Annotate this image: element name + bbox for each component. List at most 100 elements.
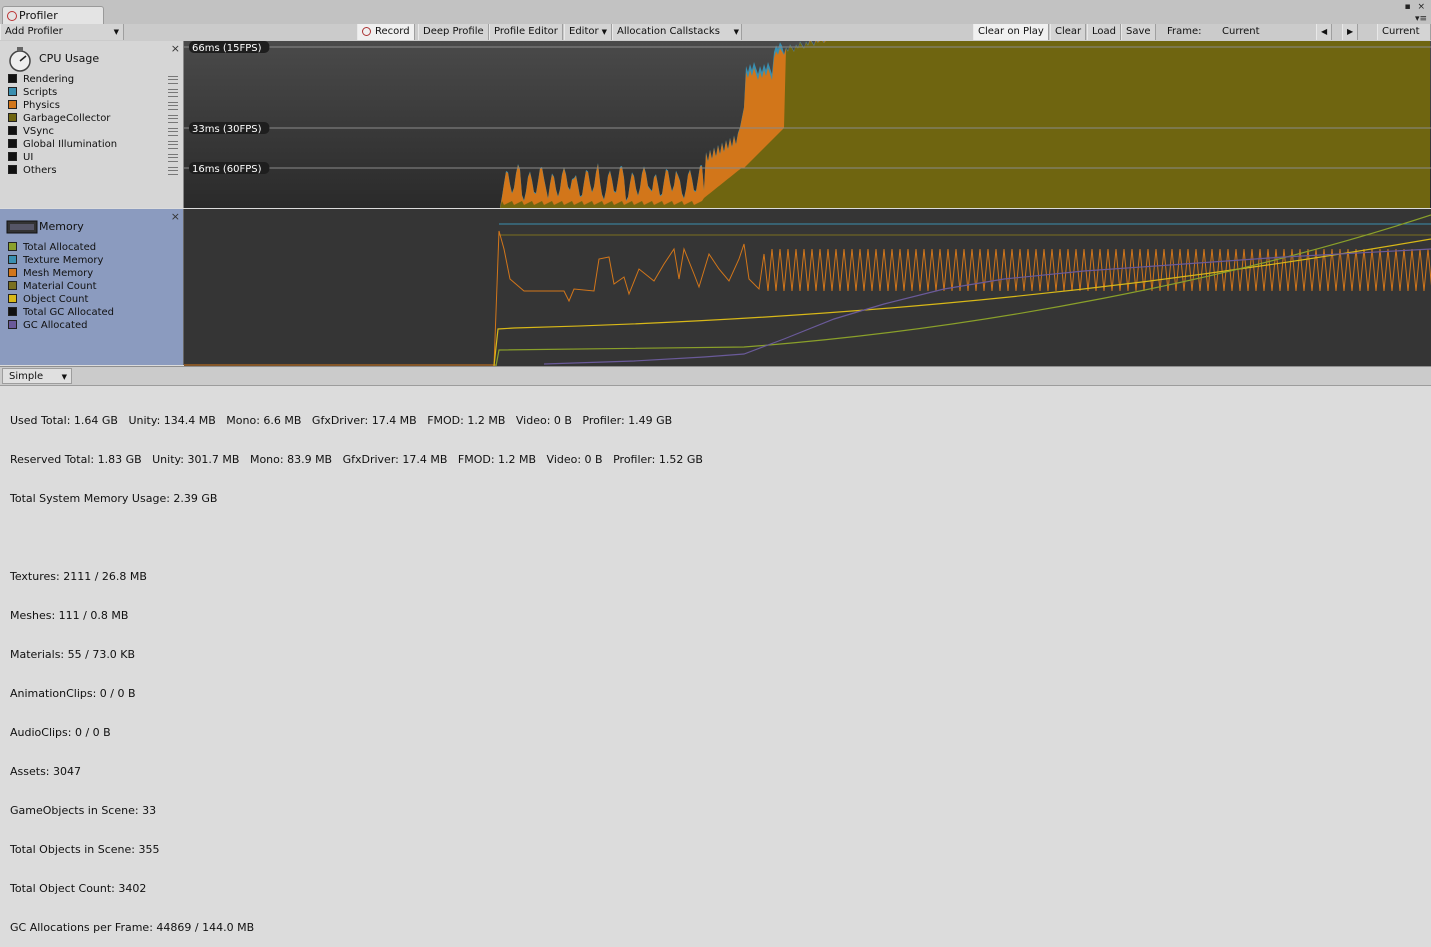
profiler-tab[interactable]: Profiler	[2, 6, 104, 25]
drag-handle-icon[interactable]	[168, 115, 178, 123]
allocation-callstacks-dropdown[interactable]: Allocation Callstacks ▼	[612, 24, 742, 40]
legend-swatch	[8, 151, 17, 161]
materials-line: Materials: 55 / 73.0 KB	[10, 648, 136, 661]
profiler-toolbar: Add Profiler ▼ Record Deep Profile Profi…	[0, 24, 1431, 42]
dropdown-arrow-icon: ▼	[61, 373, 67, 381]
dropdown-arrow-icon: ▼	[601, 28, 607, 36]
deep-profile-label: Deep Profile	[423, 26, 484, 37]
memory-legend-item[interactable]: Total GC Allocated	[8, 306, 114, 319]
cpu-legend-item[interactable]: Rendering	[8, 73, 178, 86]
details-toolbar: Simple ▼	[0, 366, 1431, 386]
memory-legend-item[interactable]: GC Allocated	[8, 319, 114, 332]
legend-label: VSync	[23, 126, 54, 137]
memory-chip-icon	[6, 220, 38, 234]
view-mode-dropdown[interactable]: Simple ▼	[2, 368, 72, 384]
deep-profile-button[interactable]: Deep Profile	[418, 24, 489, 40]
add-profiler-label: Add Profiler	[5, 26, 63, 37]
prev-frame-button[interactable]: ◀	[1316, 24, 1333, 40]
dropdown-arrow-icon: ▼	[733, 28, 739, 36]
cpu-legend-item[interactable]: Others	[8, 164, 178, 177]
close-icon[interactable]: ×	[171, 210, 180, 223]
legend-label: Physics	[23, 100, 60, 111]
cpu-usage-title: CPU Usage	[39, 52, 100, 65]
window-controls[interactable]: ▪ ×	[1404, 2, 1427, 12]
load-button[interactable]: Load	[1087, 24, 1121, 40]
animation-clips-line: AnimationClips: 0 / 0 B	[10, 687, 136, 700]
prev-arrow-icon: ◀	[1321, 27, 1328, 36]
frame-label: Frame:	[1167, 26, 1202, 37]
legend-swatch	[8, 73, 17, 83]
drag-handle-icon[interactable]	[168, 102, 178, 110]
memory-graph[interactable]	[184, 209, 1431, 366]
record-button[interactable]: Record	[357, 24, 415, 40]
drag-handle-icon[interactable]	[168, 128, 178, 136]
drag-handle-icon[interactable]	[168, 89, 178, 97]
memory-legend-item[interactable]: Total Allocated	[8, 241, 114, 254]
dropdown-arrow-icon: ▼	[113, 28, 119, 36]
assets-line: Assets: 3047	[10, 765, 81, 778]
drag-handle-icon[interactable]	[168, 76, 178, 84]
cpu-usage-graph[interactable]: 66ms (15FPS) 33ms (30FPS) 16ms (60FPS)	[184, 41, 1431, 208]
drag-handle-icon[interactable]	[168, 154, 178, 162]
memory-stats: Used Total: 1.64 GB Unity: 134.4 MB Mono…	[10, 388, 703, 947]
total-object-count-line: Total Object Count: 3402	[10, 882, 147, 895]
legend-swatch	[8, 280, 17, 290]
current-frame-button[interactable]: Current	[1377, 24, 1431, 40]
cpu-legend-item[interactable]: Physics	[8, 99, 178, 112]
total-objects-line: Total Objects in Scene: 355	[10, 843, 160, 856]
cpu-legend-item[interactable]: Global Illumination	[8, 138, 178, 151]
fps-label: 66ms (15FPS)	[192, 43, 262, 54]
reserved-total-line: Reserved Total: 1.83 GB Unity: 301.7 MB …	[10, 453, 703, 466]
legend-label: UI	[23, 152, 34, 163]
legend-label: Material Count	[23, 281, 97, 292]
memory-legend-item[interactable]: Material Count	[8, 280, 114, 293]
cpu-legend-item[interactable]: UI	[8, 151, 178, 164]
drag-handle-icon[interactable]	[168, 141, 178, 149]
clear-label: Clear	[1055, 26, 1082, 37]
legend-label: Global Illumination	[23, 139, 118, 150]
editor-dropdown[interactable]: Editor ▼	[564, 24, 612, 40]
used-total-line: Used Total: 1.64 GB Unity: 134.4 MB Mono…	[10, 414, 673, 427]
cpu-legend-item[interactable]: Scripts	[8, 86, 178, 99]
legend-label: Texture Memory	[23, 255, 104, 266]
clear-on-play-button[interactable]: Clear on Play	[973, 24, 1049, 40]
system-usage-line: Total System Memory Usage: 2.39 GB	[10, 492, 218, 505]
close-icon[interactable]: ×	[171, 42, 180, 55]
legend-swatch	[8, 125, 17, 135]
fps-label: 33ms (30FPS)	[192, 124, 262, 135]
gameobjects-line: GameObjects in Scene: 33	[10, 804, 157, 817]
clear-button[interactable]: Clear	[1050, 24, 1087, 40]
next-frame-button[interactable]: ▶	[1342, 24, 1359, 40]
legend-label: Object Count	[23, 294, 89, 305]
record-label: Record	[375, 26, 410, 37]
window-menu-icon[interactable]: ▾≡	[1415, 14, 1427, 24]
memory-pane[interactable]: Memory × Total Allocated Texture Memory Me…	[0, 209, 184, 365]
memory-legend: Total Allocated Texture Memory Mesh Memory…	[8, 241, 114, 332]
legend-label: Others	[23, 165, 57, 176]
profile-editor-label: Profile Editor	[494, 26, 558, 37]
legend-swatch	[8, 306, 17, 316]
legend-swatch	[8, 254, 17, 264]
drag-handle-icon[interactable]	[168, 167, 178, 175]
profile-editor-button[interactable]: Profile Editor	[489, 24, 563, 40]
cpu-usage-pane[interactable]: CPU Usage × Rendering Scripts Physics Garba…	[0, 41, 184, 208]
cpu-legend-item[interactable]: GarbageCollector	[8, 112, 178, 125]
meshes-line: Meshes: 111 / 0.8 MB	[10, 609, 129, 622]
next-arrow-icon: ▶	[1347, 27, 1354, 36]
clear-on-play-label: Clear on Play	[978, 26, 1044, 37]
fps-label: 16ms (60FPS)	[192, 164, 262, 175]
legend-swatch	[8, 99, 17, 109]
frame-value: Current	[1222, 26, 1260, 37]
legend-swatch	[8, 86, 17, 96]
save-button[interactable]: Save	[1121, 24, 1156, 40]
legend-label: Rendering	[23, 74, 75, 85]
legend-label: GarbageCollector	[23, 113, 111, 124]
textures-line: Textures: 2111 / 26.8 MB	[10, 570, 147, 583]
add-profiler-dropdown[interactable]: Add Profiler ▼	[0, 24, 124, 40]
memory-legend-item[interactable]: Mesh Memory	[8, 267, 114, 280]
memory-legend-item[interactable]: Object Count	[8, 293, 114, 306]
cpu-legend-item[interactable]: VSync	[8, 125, 178, 138]
memory-legend-item[interactable]: Texture Memory	[8, 254, 114, 267]
legend-swatch	[8, 241, 17, 251]
